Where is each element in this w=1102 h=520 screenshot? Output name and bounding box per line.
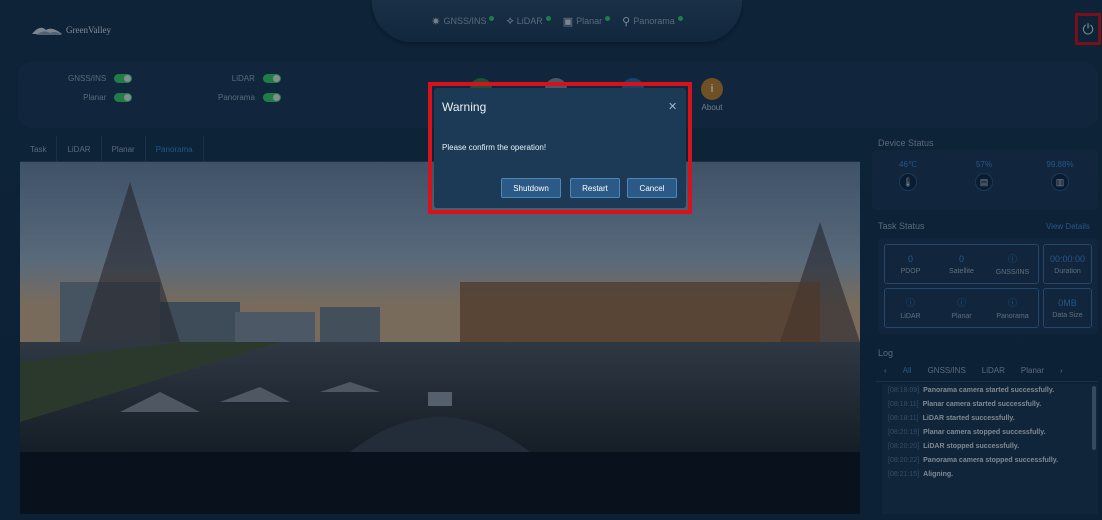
app-window: GreenValley ✷ GNSS/INS ⟡ LiDAR ▣ Planar … <box>0 0 1102 520</box>
cancel-button[interactable]: Cancel <box>627 178 677 198</box>
modal-overlay <box>0 0 1102 520</box>
dialog-message: Please confirm the operation! <box>442 143 547 152</box>
close-icon[interactable]: ✕ <box>668 100 677 113</box>
restart-button[interactable]: Restart <box>570 178 620 198</box>
shutdown-button[interactable]: Shutdown <box>501 178 561 198</box>
dialog-title: Warning <box>442 100 487 114</box>
